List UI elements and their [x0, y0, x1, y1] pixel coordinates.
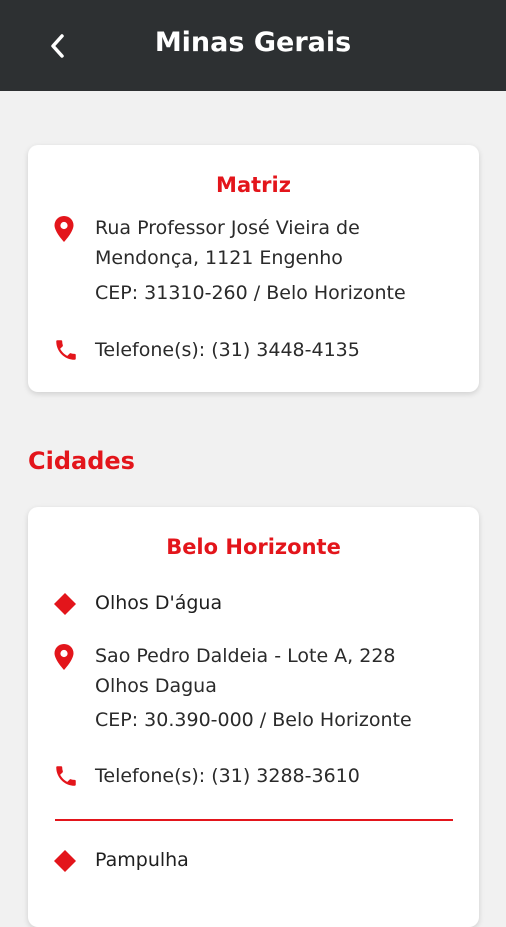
address-line-1: Sao Pedro Daldeia - Lote A, 228	[95, 645, 396, 667]
matriz-phone[interactable]: Telefone(s): (31) 3448-4135	[95, 335, 475, 365]
app-bar: Minas Gerais	[0, 0, 506, 91]
diamond-icon	[54, 850, 76, 872]
unit-name: Olhos D'água	[95, 592, 223, 614]
unit-cep: CEP: 30.390-000 / Belo Horizonte	[95, 709, 412, 731]
location-pin-icon	[54, 216, 74, 242]
address-line-2: Olhos Dagua	[95, 675, 217, 697]
matriz-address: Rua Professor José Vieira de Mendonça, 1…	[95, 213, 475, 273]
unit-address: Sao Pedro Daldeia - Lote A, 228 Olhos Da…	[95, 641, 475, 701]
city-card: Belo Horizonte Olhos D'água Sao Pedro Da…	[28, 507, 479, 927]
unit-phone[interactable]: Telefone(s): (31) 3288-3610	[95, 761, 475, 791]
location-pin-icon	[54, 644, 74, 670]
unit-name: Pampulha	[95, 849, 189, 871]
page-title: Minas Gerais	[154, 27, 352, 58]
matriz-card: Matriz Rua Professor José Vieira de Mend…	[28, 145, 479, 392]
matriz-cep: CEP: 31310-260 / Belo Horizonte	[95, 282, 406, 304]
phone-icon[interactable]	[53, 337, 79, 363]
address-line-1: Rua Professor José Vieira de	[95, 217, 360, 239]
city-title: Belo Horizonte	[166, 535, 341, 559]
address-line-2: Mendonça, 1121 Engenho	[95, 247, 343, 269]
unit-divider	[55, 819, 453, 821]
matriz-title: Matriz	[216, 173, 291, 197]
cities-section-title: Cidades	[28, 447, 135, 475]
phone-icon[interactable]	[53, 763, 79, 789]
diamond-icon	[54, 593, 76, 615]
